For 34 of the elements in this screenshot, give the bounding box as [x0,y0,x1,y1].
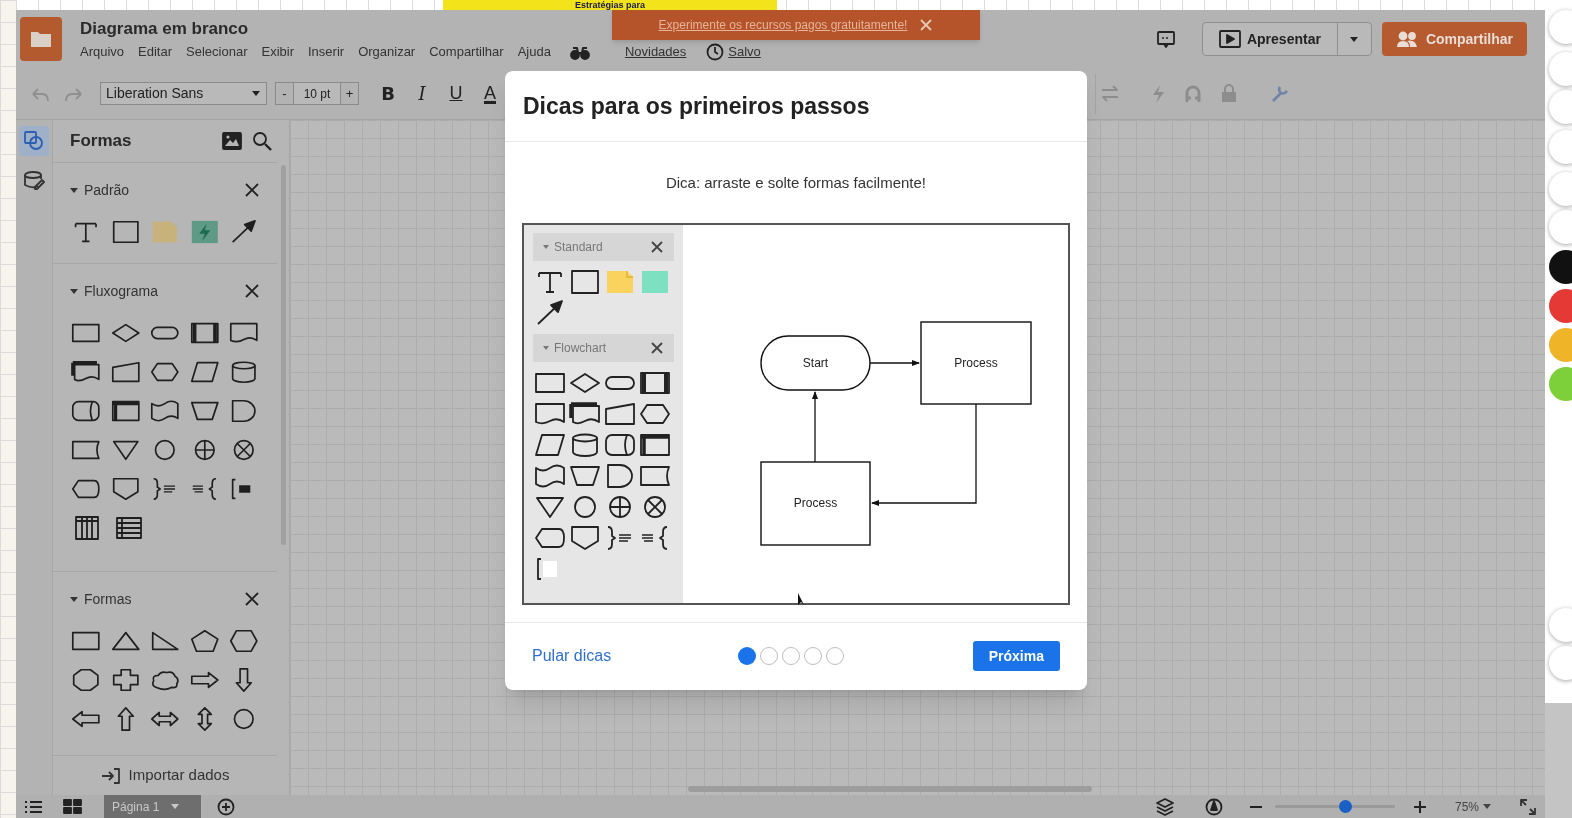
italic-button[interactable]: I [405,80,439,107]
menu-item[interactable]: Arquivo [80,42,125,61]
skip-link[interactable]: Pular dicas [532,644,732,669]
saved-link[interactable]: Salvo [728,42,761,61]
menu-item[interactable]: Editar [138,42,173,61]
menu-item[interactable]: Organizar [358,42,416,61]
next-button[interactable]: Próxima [972,641,1060,672]
zoom-dropdown[interactable]: 75% [1454,797,1491,816]
node-label: Start [802,355,829,370]
font-name: Liberation Sans [106,84,204,103]
tip-text: Dica: arraste e solte formas facilmente! [664,173,928,193]
news-link[interactable]: Novidades [624,42,687,61]
section-title[interactable]: Padrão [84,179,130,201]
palette-title: Standard [554,238,603,256]
dialog-title: Dicas para os primeiros passos [523,91,870,121]
menu-item[interactable]: Ajuda [517,42,551,61]
underline-button[interactable]: U [439,80,473,107]
node-label: Process [954,355,998,370]
palette-title: Flowchart [554,339,606,357]
section-title[interactable]: Formas [84,588,132,610]
section-title[interactable]: Fluxograma [84,280,158,302]
font-dropdown[interactable]: Liberation Sans [100,82,267,105]
menu-item[interactable]: Compartilhar [429,42,504,61]
menu-item[interactable]: Selecionar [186,42,248,61]
page-tab[interactable]: Página 1 [104,795,201,818]
bold-button[interactable]: B [371,80,405,107]
share-button[interactable]: Compartilhar [1381,22,1527,56]
banner-text: Estratégias para [574,1,645,10]
text-color-button[interactable]: A [473,80,507,107]
menu-item[interactable]: Inserir [308,42,345,61]
panel-title: Formas [70,130,132,153]
menu-item[interactable]: Exibir [261,42,294,61]
node-label: Process [793,496,838,510]
import-button[interactable]: Importar dados [100,764,230,787]
